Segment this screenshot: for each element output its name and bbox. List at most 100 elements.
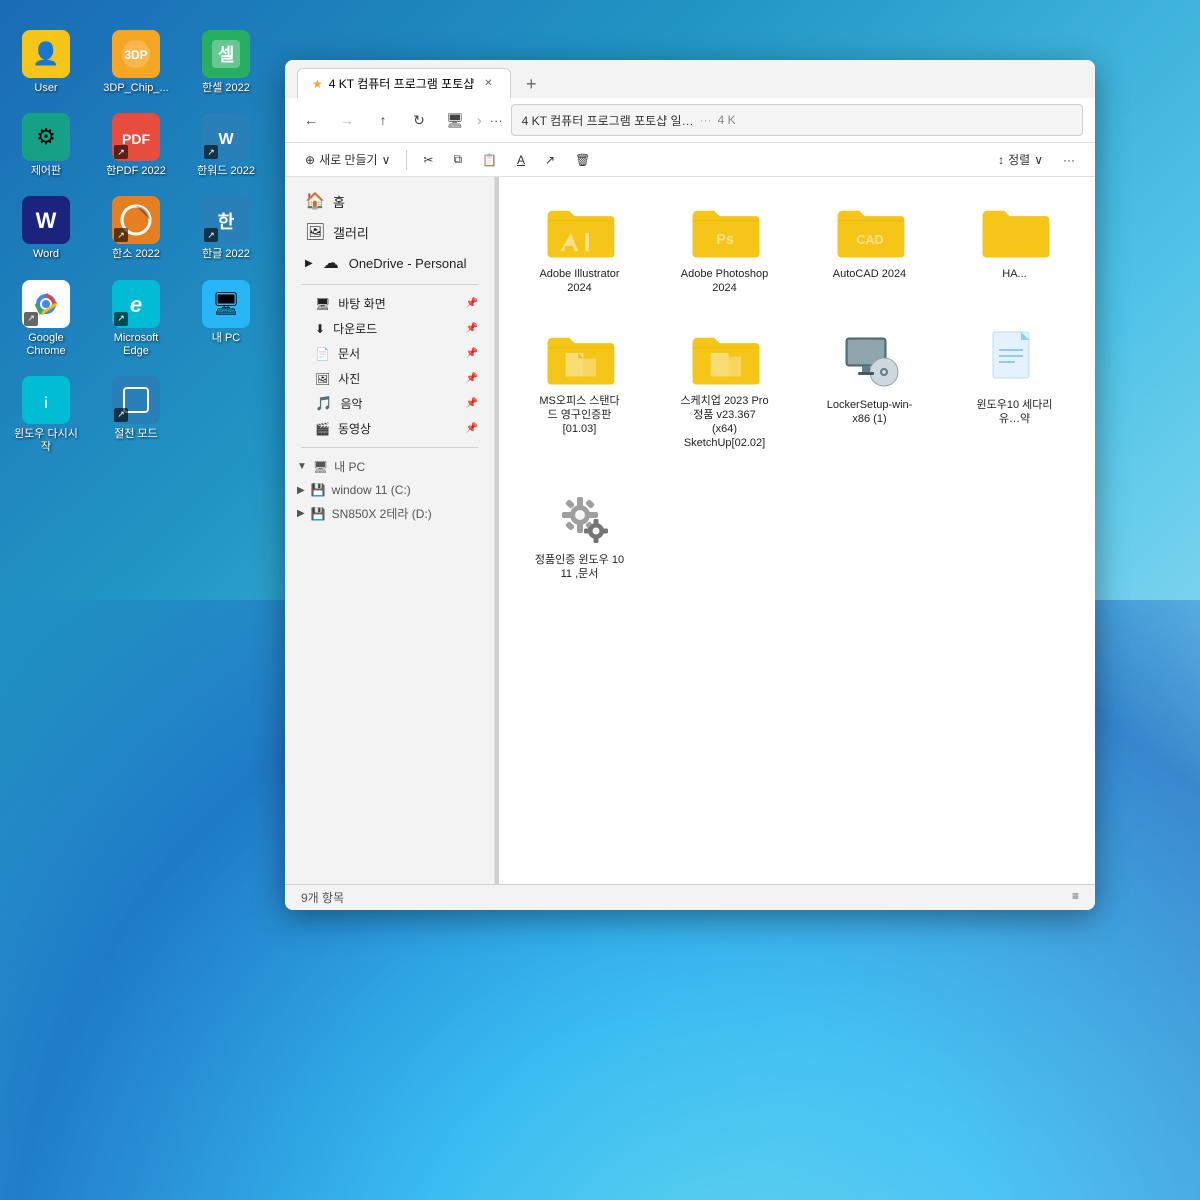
svg-text:W: W — [36, 208, 57, 233]
file-item-autocad[interactable]: CAD AutoCAD 2024 — [805, 193, 934, 304]
delete-button[interactable]: 🗑 — [567, 149, 598, 171]
chrome-label: Google Chrome — [10, 332, 82, 358]
svg-text:CAD: CAD — [856, 233, 883, 247]
new-button[interactable]: ⊕ 새로 만들기 ∨ — [297, 147, 398, 172]
tab-add-button[interactable]: + — [517, 70, 545, 98]
desktop-icon-mypc[interactable]: 🖥 내 PC — [190, 280, 262, 358]
share-button[interactable]: ↗ — [537, 149, 563, 171]
paste-button[interactable]: 📋 — [474, 149, 505, 171]
status-count: 9개 항목 — [301, 889, 344, 906]
desktop-icon-edge[interactable]: e ↗ Microsoft Edge — [100, 280, 172, 358]
sidebar-win-c-section[interactable]: ▶ 💾 window 11 (C:) — [285, 479, 494, 501]
3dp-icon-label: 3DP_Chip_... — [103, 82, 168, 95]
file-item-msoffice[interactable]: MS오피스 스탠다드 영구인증판 [01.03] — [515, 320, 644, 459]
sidebar-item-downloads[interactable]: ⬇ 다운로드 📌 — [285, 316, 494, 341]
rename-button[interactable]: A — [509, 149, 533, 171]
desktop-icon-sleep[interactable]: ↗ 절전 모드 — [100, 376, 172, 454]
desktop-icon-hanpdf[interactable]: PDF ↗ 한PDF 2022 — [100, 113, 172, 178]
title-bar: ★ 4 KT 컴퓨터 프로그램 포토샵 ✕ + — [285, 60, 1095, 98]
up-button[interactable]: ↑ — [369, 106, 397, 134]
sidebar-item-videos[interactable]: 🎬 동영상 📌 — [285, 416, 494, 441]
file-name-genuine: 정품인증 윈도우 10 11 ,문서 — [535, 553, 625, 582]
tab-star-icon: ★ — [312, 77, 323, 91]
drive-c-icon: 💾 — [311, 483, 326, 497]
hanso-icon: ↗ — [112, 196, 160, 244]
sidebar-item-onedrive[interactable]: ▶ ☁ OneDrive - Personal — [289, 248, 490, 278]
address-bar[interactable]: 4 KT 컴퓨터 프로그램 포토샵 일… ··· 4 K — [511, 104, 1083, 136]
sleep-icon: ↗ — [112, 376, 160, 424]
desktop-icon-user[interactable]: 👤 User — [10, 30, 82, 95]
onedrive-expand-icon: ▶ — [305, 258, 313, 269]
home-icon: 🏠 — [305, 191, 325, 211]
desktop-icon-word[interactable]: W Word — [10, 196, 82, 261]
sidebar-item-documents[interactable]: 📄 문서 📌 — [285, 341, 494, 366]
svg-text:i: i — [44, 395, 48, 412]
sidebar-sn850x-section[interactable]: ▶ 💾 SN850X 2테라 (D:) — [285, 501, 494, 526]
file-item-photoshop[interactable]: Ps Adobe Photoshop 2024 — [660, 193, 789, 304]
file-item-illustrator[interactable]: Adobe Illustrator 2024 — [515, 193, 644, 304]
app-icon-locker — [838, 328, 902, 392]
sidebar-item-pictures[interactable]: 🖼 사진 📌 — [285, 366, 494, 391]
pin-icon-desktop: 📌 — [466, 298, 478, 309]
icon-row-3: W Word ↗ 한소 2022 한 — [10, 196, 262, 261]
sidebar-documents-label: 문서 — [338, 345, 360, 362]
hanword-icon: W ↗ — [202, 113, 250, 161]
breadcrumb-separator: › — [477, 112, 482, 128]
user-icon: 👤 — [22, 30, 70, 78]
sidebar-mypc-section[interactable]: ▼ 🖥 내 PC — [285, 454, 494, 479]
svg-text:한: 한 — [218, 212, 235, 232]
sidebar-winc-label: window 11 (C:) — [332, 483, 411, 497]
file-area: Adobe Illustrator 2024 Ps Adobe — [499, 177, 1095, 884]
desktop-icon-hanso[interactable]: ↗ 한소 2022 — [100, 196, 172, 261]
view-button[interactable]: 🖥 — [441, 106, 469, 134]
windrestart-icon: i — [22, 376, 70, 424]
icon-row-1: 👤 User 3DP 3DP_Chip_... 셀 — [10, 30, 262, 95]
videos-nav-icon: 🎬 — [315, 422, 330, 436]
tab-label: 4 KT 컴퓨터 프로그램 포토샵 — [329, 75, 475, 92]
word-icon: W — [22, 196, 70, 244]
cut-button[interactable]: ✂ — [415, 149, 441, 171]
cut-icon: ✂ — [423, 153, 433, 167]
refresh-button[interactable]: ↻ — [405, 106, 433, 134]
tab-close-button[interactable]: ✕ — [480, 76, 496, 92]
icon-row-2: ⚙ 제어판 PDF ↗ 한PDF 2022 W ↗ — [10, 113, 262, 178]
file-item-locker[interactable]: LockerSetup-win-x86 (1) — [805, 320, 934, 459]
forward-button[interactable]: → — [333, 106, 361, 134]
back-button[interactable]: ← — [297, 106, 325, 134]
desktop-icon-hanword[interactable]: W ↗ 한워드 2022 — [190, 113, 262, 178]
sort-button[interactable]: ↕ 정렬 ∨ — [990, 147, 1051, 172]
sidebar-item-desktop[interactable]: 🖥 바탕 화면 📌 — [285, 291, 494, 316]
file-item-sketchup[interactable]: 스케치업 2023 Pro 정품 v23.367 (x64) SketchUp[… — [660, 320, 789, 459]
sidebar-item-music[interactable]: 🎵 음악 📌 — [285, 391, 494, 416]
sleep-label: 절전 모드 — [114, 428, 158, 441]
desktop-icon-windrestart[interactable]: i 윈도우 다시시작 — [10, 376, 82, 454]
tab-active[interactable]: ★ 4 KT 컴퓨터 프로그램 포토샵 ✕ — [297, 68, 511, 98]
nav-bar: ← → ↑ ↻ 🖥 › ··· 4 KT 컴퓨터 프로그램 포토샵 일… ···… — [285, 98, 1095, 143]
desktop-icon-control-panel[interactable]: ⚙ 제어판 — [10, 113, 82, 178]
pin-icon-documents: 📌 — [466, 348, 478, 359]
desktop-nav-icon: 🖥 — [315, 297, 330, 311]
desktop-icon-hangul[interactable]: 한 ↗ 한글 2022 — [190, 196, 262, 261]
more-options-button[interactable]: ··· — [1055, 149, 1083, 171]
folder-icon-photoshop: Ps — [689, 201, 761, 261]
hanpdf-label: 한PDF 2022 — [106, 165, 166, 178]
desktop-icon-3dp[interactable]: 3DP 3DP_Chip_... — [100, 30, 172, 95]
file-name-ha: HA... — [1002, 267, 1026, 281]
desktop-icon-hancel[interactable]: 셀 한셀 2022 — [190, 30, 262, 95]
shortcut-arrow-5: ↗ — [24, 312, 38, 326]
new-chevron-icon: ∨ — [382, 153, 391, 167]
file-item-windows-doc[interactable]: 윈도우10 세다리 유…약 — [950, 320, 1079, 459]
sidebar-item-gallery[interactable]: 🖼 갤러리 — [289, 217, 490, 247]
copy-button[interactable]: ⧉ — [445, 148, 470, 171]
file-item-ha[interactable]: HA... — [950, 193, 1079, 304]
file-item-genuine-windows[interactable]: 정품인증 윈도우 10 11 ,문서 — [515, 475, 644, 590]
sidebar-item-home[interactable]: 🏠 홈 — [289, 186, 490, 216]
hangul-icon: 한 ↗ — [202, 196, 250, 244]
copy-icon: ⧉ — [453, 152, 462, 167]
sidebar-divider-2 — [301, 447, 478, 448]
rename-icon: A — [517, 153, 525, 167]
nav-more-button[interactable]: ··· — [490, 113, 503, 128]
desktop-icon-chrome[interactable]: ↗ Google Chrome — [10, 280, 82, 358]
file-name-photoshop: Adobe Photoshop 2024 — [680, 267, 770, 296]
drive-pc-icon: 🖥 — [313, 460, 328, 474]
